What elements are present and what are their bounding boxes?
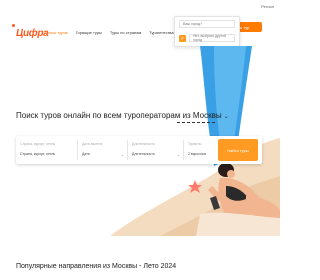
nav-item-hot-tours[interactable]: Горящие туры <box>76 30 102 35</box>
nav-item-tours-by-country[interactable]: Туры по странам <box>110 30 141 35</box>
destination-field[interactable]: Страна, курорт, отель Страна, курорт, от… <box>18 140 78 160</box>
main-nav: Поиск туров Горящие туры Туры по странам… <box>45 30 190 35</box>
tour-search-form: Страна, курорт, отель Страна, курорт, от… <box>16 136 262 164</box>
top-bar: Регион <box>0 0 280 14</box>
date-value: Дата <box>82 152 90 156</box>
date-label: Дата вылета <box>82 142 103 146</box>
choose-other-city-button[interactable]: Нет, выбрать другой город <box>189 34 235 42</box>
city-confirm-popup: Ваш город? ✓ Нет, выбрать другой город <box>174 16 240 47</box>
logo-icon <box>12 24 15 27</box>
hero-headline: Поиск туров онлайн по всем туроператорам… <box>16 111 229 120</box>
region-selector[interactable]: Регион <box>261 4 274 9</box>
destination-value: Страна, курорт, отель <box>20 152 56 156</box>
destination-label: Страна, курорт, отель <box>20 142 56 146</box>
find-tours-button[interactable]: Найти туры <box>218 139 258 161</box>
hero-headline-text: Поиск туров онлайн по всем туроператорам… <box>16 111 222 120</box>
city-question: Ваш город? <box>179 20 235 28</box>
nights-value: Длительность <box>132 152 155 156</box>
nav-item-agencies[interactable]: Турагентства <box>149 30 173 35</box>
confirm-city-button[interactable]: ✓ <box>179 35 186 42</box>
date-field[interactable]: Дата вылета Дата ⌄ <box>80 140 128 160</box>
city-chevron-icon[interactable]: ⌄ <box>224 114 229 120</box>
chevron-down-icon: ⌄ <box>120 152 124 157</box>
city-underline <box>177 122 215 123</box>
person-face <box>227 170 235 178</box>
chevron-down-icon: ⌄ <box>176 152 180 157</box>
popular-destinations-title: Популярные направления из Москвы - Лето … <box>16 263 177 270</box>
nights-field[interactable]: Длительность Длительность ⌄ <box>130 140 184 160</box>
guests-field[interactable]: Туристы 2 взрослых <box>186 140 216 160</box>
nav-item-search-tours[interactable]: Поиск туров <box>45 30 68 35</box>
site-logo[interactable]: Цифра <box>16 28 49 39</box>
guests-value: 2 взрослых <box>188 152 207 156</box>
nights-label: Длительность <box>132 142 155 146</box>
guests-label: Туристы <box>188 142 202 146</box>
